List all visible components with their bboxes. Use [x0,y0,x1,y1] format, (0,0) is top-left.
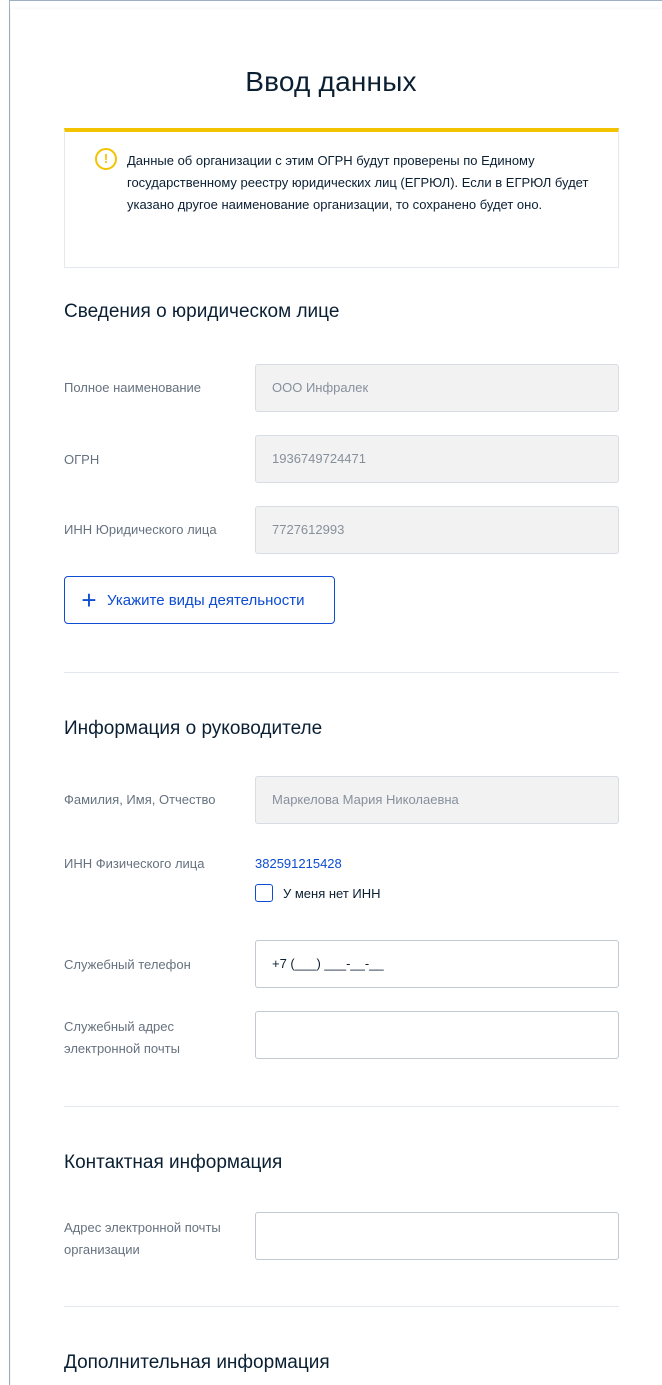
no-inn-checkbox[interactable] [255,884,273,902]
section-title-head: Информация о руководителе [64,718,323,739]
fio-field[interactable]: Маркелова Мария Николаевна [255,776,619,824]
plus-icon: + [81,585,97,615]
phone-field[interactable]: +7 (___) ___-__-__ [255,940,619,988]
window-top-edge [0,0,662,1]
phone-label: Служебный телефон [64,957,191,972]
org-email-label-2: организации [64,1242,140,1257]
person-inn-value: 382591215428 [255,856,342,871]
section-divider [64,1306,619,1307]
fio-label: Фамилия, Имя, Отчество [64,792,216,807]
no-inn-checkbox-row[interactable]: У меня нет ИНН [255,884,381,902]
no-inn-label: У меня нет ИНН [283,885,381,901]
person-inn-label: ИНН Физического лица [64,856,205,871]
work-email-label-1: Служебный адрес [64,1019,175,1034]
section-divider [64,672,619,673]
warning-icon: ! [95,148,117,170]
org-email-label-1: Адрес электронной почты [64,1220,221,1235]
notice-text: Данные об организации с этим ОГРН будут … [127,153,589,212]
section-title-contact: Контактная информация [64,1152,283,1173]
ogrn-label: ОГРН [64,452,100,467]
work-email-field[interactable] [255,1011,619,1059]
work-email-label-2: электронной почты [64,1041,180,1056]
section-title-legal-entity: Сведения о юридическом лице [64,301,340,322]
ogrn-field[interactable]: 1936749724471 [255,435,619,483]
add-activities-button[interactable]: + Укажите виды деятельности [64,576,335,624]
page-title: Ввод данных [245,66,417,97]
legal-inn-field[interactable]: 7727612993 [255,506,619,554]
window-left-edge [0,0,10,1385]
org-email-field[interactable] [255,1212,619,1260]
section-title-additional: Дополнительная информация [64,1352,330,1373]
add-activities-label: Укажите виды деятельности [107,591,305,609]
legal-inn-label: ИНН Юридического лица [64,522,217,537]
full-name-field[interactable]: ООО Инфралек [255,364,619,412]
egrul-notice: ! Данные об организации с этим ОГРН буду… [64,128,619,268]
section-divider [64,1106,619,1107]
full-name-label: Полное наименование [64,380,202,395]
